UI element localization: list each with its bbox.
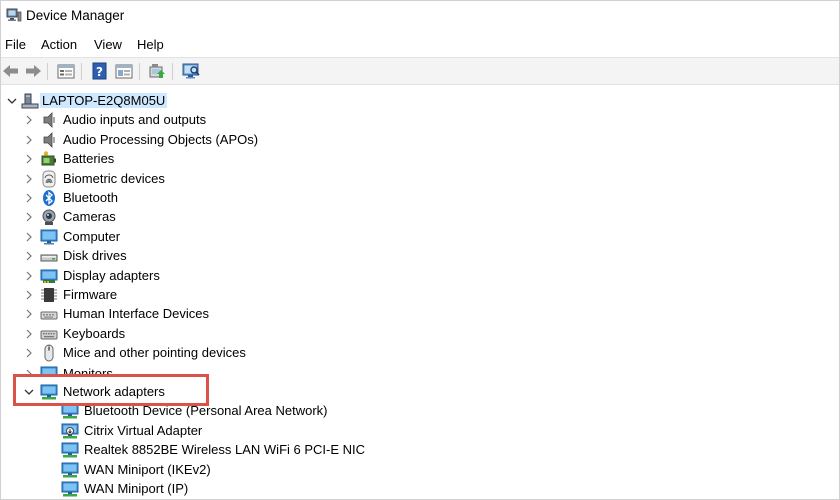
battery-icon [40, 150, 58, 168]
computer-icon [21, 92, 39, 110]
device-label: WAN Miniport (IKEv2) [84, 462, 211, 477]
network-adapter-warning-icon [61, 422, 79, 440]
chevron-right-icon[interactable] [23, 328, 35, 340]
category-label: Disk drives [63, 248, 127, 263]
chevron-right-icon[interactable] [23, 250, 35, 262]
tree-item-computer[interactable]: Computer [1, 227, 839, 247]
bluetooth-icon [40, 189, 58, 207]
network-adapter-icon [61, 480, 79, 498]
chevron-right-icon[interactable] [23, 192, 35, 204]
tree-item-audio-processing[interactable]: Audio Processing Objects (APOs) [1, 130, 839, 150]
device-label: WAN Miniport (IP) [84, 481, 189, 496]
forward-icon[interactable] [23, 61, 43, 81]
speaker-icon [40, 131, 58, 149]
speaker-icon [40, 111, 58, 129]
window-title: Device Manager [26, 8, 125, 23]
category-label: Firmware [63, 287, 118, 302]
chevron-right-icon[interactable] [23, 231, 35, 243]
tree-item-audio-inputs[interactable]: Audio inputs and outputs [1, 110, 839, 130]
menu-bar: File Action View Help [1, 35, 839, 55]
category-label: Display adapters [63, 268, 160, 283]
view-icon[interactable] [114, 61, 134, 81]
chevron-right-icon[interactable] [23, 308, 35, 320]
title-bar: Device Manager [1, 1, 839, 31]
category-label: Mice and other pointing devices [63, 345, 246, 360]
category-label: Keyboards [63, 326, 126, 341]
monitor-icon [40, 228, 58, 246]
chevron-down-icon[interactable] [6, 95, 18, 107]
chevron-right-icon[interactable] [23, 153, 35, 165]
back-icon[interactable] [1, 61, 21, 81]
chevron-right-icon[interactable] [23, 134, 35, 146]
tree-child-wan-ip[interactable]: WAN Miniport (IP) [1, 479, 839, 499]
tree-item-mice[interactable]: Mice and other pointing devices [1, 343, 839, 363]
update-driver-icon[interactable] [147, 61, 167, 81]
tree-item-firmware[interactable]: Firmware [1, 285, 839, 305]
network-adapter-icon [61, 461, 79, 479]
chevron-right-icon[interactable] [23, 289, 35, 301]
tree-child-realtek-wifi[interactable]: Realtek 8852BE Wireless LAN WiFi 6 PCI-E… [1, 440, 839, 460]
mouse-icon [40, 344, 58, 362]
category-label: Cameras [63, 209, 116, 224]
tree-item-hid[interactable]: Human Interface Devices [1, 304, 839, 324]
tree-item-batteries[interactable]: Batteries [1, 149, 839, 169]
display-adapter-icon [40, 267, 58, 285]
tree-item-keyboards[interactable]: Keyboards [1, 324, 839, 344]
keyboard-icon [40, 325, 58, 343]
properties-icon[interactable] [56, 61, 76, 81]
help-icon[interactable]: ? [90, 61, 110, 81]
hid-icon [40, 305, 58, 323]
chevron-right-icon[interactable] [23, 173, 35, 185]
tree-child-wan-ikev2[interactable]: WAN Miniport (IKEv2) [1, 460, 839, 480]
category-label: Biometric devices [63, 171, 165, 186]
network-adapters-highlight-box [13, 374, 209, 406]
menu-action[interactable]: Action [41, 37, 77, 52]
tree-root[interactable]: LAPTOP-E2Q8M05U [1, 91, 839, 111]
category-label: Batteries [63, 151, 115, 166]
root-label: LAPTOP-E2Q8M05U [40, 93, 168, 108]
toolbar-separator [81, 63, 82, 80]
category-label: Human Interface Devices [63, 306, 209, 321]
category-label: Audio Processing Objects (APOs) [63, 132, 259, 147]
chevron-right-icon[interactable] [23, 211, 35, 223]
tree-item-cameras[interactable]: Cameras [1, 207, 839, 227]
device-label: Realtek 8852BE Wireless LAN WiFi 6 PCI-E… [84, 442, 366, 457]
menu-file[interactable]: File [5, 37, 26, 52]
device-manager-icon [6, 8, 22, 22]
chip-icon [40, 286, 58, 304]
device-manager-window: Device Manager File Action View Help ? L… [0, 0, 840, 500]
chevron-right-icon[interactable] [23, 270, 35, 282]
menu-view[interactable]: View [94, 37, 122, 52]
tree-item-biometric[interactable]: Biometric devices [1, 169, 839, 189]
tree-child-citrix-adapter[interactable]: Citrix Virtual Adapter [1, 421, 839, 441]
toolbar-separator [172, 63, 173, 80]
chevron-right-icon[interactable] [23, 347, 35, 359]
fingerprint-icon [40, 170, 58, 188]
tree-item-bluetooth[interactable]: Bluetooth [1, 188, 839, 208]
network-adapter-icon [61, 441, 79, 459]
category-label: Audio inputs and outputs [63, 112, 207, 127]
toolbar: ? [1, 57, 839, 85]
scan-hardware-icon[interactable] [181, 61, 201, 81]
device-label: Citrix Virtual Adapter [84, 423, 203, 438]
category-label: Bluetooth [63, 190, 118, 205]
category-label: Computer [63, 229, 121, 244]
toolbar-separator [139, 63, 140, 80]
tree-item-disk-drives[interactable]: Disk drives [1, 246, 839, 266]
tree-item-display-adapters[interactable]: Display adapters [1, 266, 839, 286]
disk-drive-icon [40, 247, 58, 265]
device-tree: LAPTOP-E2Q8M05U Audio inputs and outputs… [1, 88, 839, 499]
toolbar-separator [47, 63, 48, 80]
camera-icon [40, 208, 58, 226]
chevron-right-icon[interactable] [23, 114, 35, 126]
menu-help[interactable]: Help [137, 37, 164, 52]
svg-text:?: ? [96, 65, 103, 79]
